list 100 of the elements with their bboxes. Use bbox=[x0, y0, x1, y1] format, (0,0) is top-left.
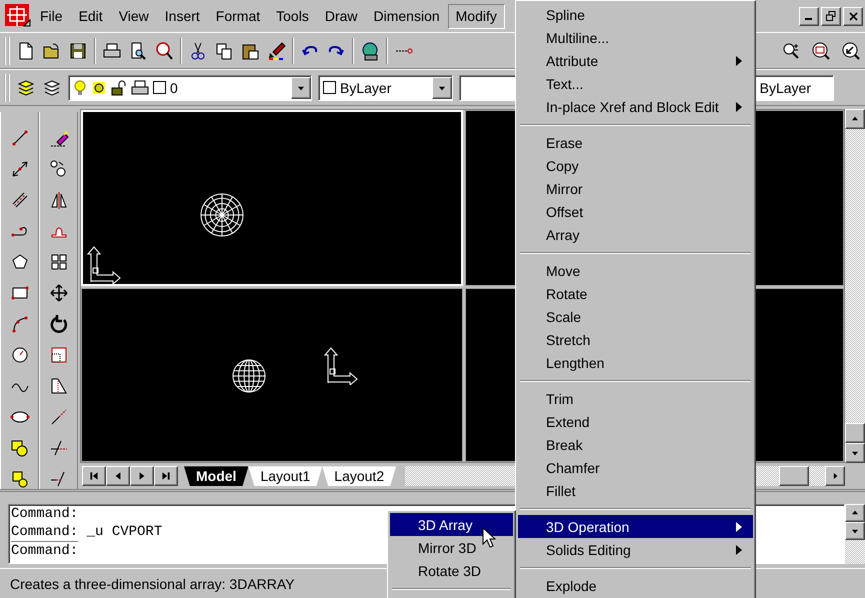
menu-title[interactable]: View bbox=[110, 4, 157, 29]
color-name: ByLayer bbox=[340, 80, 392, 96]
make-block-icon[interactable] bbox=[10, 469, 30, 490]
menu-item[interactable]: Mirror 3D bbox=[390, 536, 513, 559]
tab-scroll-button[interactable] bbox=[106, 466, 130, 486]
menu-title[interactable]: Draw bbox=[316, 4, 366, 29]
menu-item[interactable]: Text... bbox=[518, 72, 753, 95]
command-history-line: Command: bbox=[11, 505, 78, 524]
menu-title[interactable]: Dimension bbox=[366, 4, 448, 29]
mouse-pointer-icon bbox=[482, 527, 496, 549]
menu-title[interactable]: Format bbox=[208, 4, 268, 29]
menu-item[interactable]: Explode bbox=[518, 574, 753, 597]
insert-block-icon[interactable] bbox=[10, 438, 30, 458]
submenu-arrow-icon bbox=[735, 102, 743, 112]
layer-dropdown[interactable]: 0 bbox=[68, 74, 312, 101]
zoom-realtime-icon[interactable] bbox=[781, 40, 801, 61]
menu-item[interactable]: 3D Operation bbox=[518, 515, 753, 538]
copy-object-icon[interactable] bbox=[48, 159, 68, 180]
minimize-button[interactable] bbox=[799, 6, 819, 26]
color-dropdown[interactable]: ByLayer bbox=[318, 74, 453, 101]
tab-scroll-button[interactable] bbox=[154, 466, 178, 486]
globe-icon[interactable] bbox=[360, 40, 380, 61]
menu-item[interactable]: Array bbox=[518, 223, 753, 246]
layer-previous-icon[interactable] bbox=[42, 78, 62, 98]
toolbar-grip[interactable] bbox=[4, 36, 10, 65]
menu-item[interactable]: Rotate bbox=[518, 282, 753, 305]
paintbrush-icon[interactable] bbox=[266, 40, 286, 61]
arc-icon[interactable] bbox=[10, 314, 30, 334]
tab-scroll-button[interactable] bbox=[82, 466, 106, 486]
command-prompt[interactable]: Command: bbox=[11, 541, 78, 560]
lightbulb-icon bbox=[73, 78, 87, 97]
copy-icon[interactable] bbox=[214, 40, 234, 61]
menu-item[interactable]: Spline bbox=[518, 3, 753, 26]
layout-tab[interactable]: Layout1 bbox=[248, 466, 322, 486]
tab-scroll-button[interactable] bbox=[130, 466, 154, 486]
menu-item[interactable]: Stretch bbox=[518, 328, 753, 351]
menu-item[interactable]: In-place Xref and Block Edit bbox=[518, 95, 753, 118]
menu-item[interactable]: Fillet bbox=[518, 479, 753, 502]
eraser-icon[interactable] bbox=[48, 128, 68, 148]
ucs-axis-icon bbox=[87, 246, 123, 284]
restore-button[interactable] bbox=[821, 6, 841, 26]
menu-item[interactable]: Copy bbox=[518, 154, 753, 177]
line-icon[interactable] bbox=[10, 128, 30, 148]
menu-title[interactable]: Edit bbox=[70, 4, 111, 29]
color-swatch bbox=[323, 81, 336, 94]
zoom-window-icon[interactable] bbox=[811, 40, 831, 61]
close-button[interactable] bbox=[843, 6, 863, 26]
menu-item[interactable]: Lengthen bbox=[518, 351, 753, 374]
menu-item[interactable]: Scale bbox=[518, 305, 753, 328]
scroll-right-button[interactable] bbox=[825, 466, 845, 486]
scroll-thumb[interactable] bbox=[779, 466, 809, 486]
sun-icon bbox=[91, 80, 107, 96]
menu-item[interactable]: Attribute bbox=[518, 49, 753, 72]
save-icon[interactable] bbox=[68, 40, 88, 61]
menu-item[interactable]: Trim bbox=[518, 387, 753, 410]
menu-item[interactable]: Chamfer bbox=[518, 456, 753, 479]
menu-item[interactable]: Break bbox=[518, 433, 753, 456]
scale-icon[interactable] bbox=[48, 345, 68, 366]
zoom-previous-icon[interactable] bbox=[841, 40, 861, 61]
scroll-up-button[interactable] bbox=[845, 109, 865, 130]
close-icon bbox=[848, 12, 858, 21]
linetype-name: ByLayer bbox=[760, 80, 811, 96]
layers-icon[interactable] bbox=[16, 78, 36, 98]
menu-item[interactable]: Mirror bbox=[518, 177, 753, 200]
menu-title[interactable]: Insert bbox=[156, 4, 208, 29]
dropdown-button[interactable] bbox=[432, 76, 452, 99]
menu-title[interactable]: File bbox=[32, 4, 71, 29]
menu-item[interactable]: 3D Array bbox=[390, 513, 513, 536]
layout-tab[interactable]: Layout2 bbox=[322, 466, 396, 486]
scroll-down-button[interactable] bbox=[845, 522, 865, 540]
move-icon[interactable] bbox=[48, 283, 68, 304]
spell-check-icon[interactable] bbox=[154, 40, 174, 61]
menu-item[interactable]: Offset bbox=[518, 200, 753, 223]
menu-title[interactable]: Tools bbox=[268, 4, 317, 29]
scroll-down-button[interactable] bbox=[845, 443, 865, 464]
scroll-up-button[interactable] bbox=[845, 504, 865, 522]
scroll-thumb[interactable] bbox=[845, 423, 865, 444]
menu-title[interactable]: Modify bbox=[448, 4, 505, 29]
tab-nav-icon bbox=[160, 470, 172, 482]
submenu-arrow-icon bbox=[735, 56, 743, 66]
array-icon[interactable] bbox=[48, 252, 68, 272]
menu-item[interactable]: Erase bbox=[518, 131, 753, 154]
rotate-icon[interactable] bbox=[48, 314, 68, 334]
toolbar-grip[interactable] bbox=[4, 74, 10, 102]
layout-tab[interactable]: Model bbox=[184, 466, 248, 486]
menu-item[interactable]: Extend bbox=[518, 410, 753, 433]
stretch-icon[interactable] bbox=[48, 376, 68, 396]
mirror-icon[interactable] bbox=[48, 190, 68, 210]
circle-icon[interactable] bbox=[10, 345, 30, 366]
app-logo-icon bbox=[4, 3, 32, 30]
menu-item[interactable]: Solids Editing bbox=[518, 538, 753, 561]
submenu-arrow-icon bbox=[735, 522, 743, 532]
menu-item[interactable]: Multiline... bbox=[518, 26, 753, 49]
viewport[interactable] bbox=[81, 288, 463, 462]
construction-line-icon[interactable] bbox=[10, 159, 30, 180]
vertical-scrollbar[interactable] bbox=[845, 109, 865, 464]
menu-item[interactable]: Move bbox=[518, 259, 753, 282]
dropdown-button[interactable] bbox=[291, 76, 311, 99]
command-history-line: Command: _u CVPORT bbox=[11, 523, 162, 542]
wireframe-sphere-drawing bbox=[232, 359, 266, 394]
